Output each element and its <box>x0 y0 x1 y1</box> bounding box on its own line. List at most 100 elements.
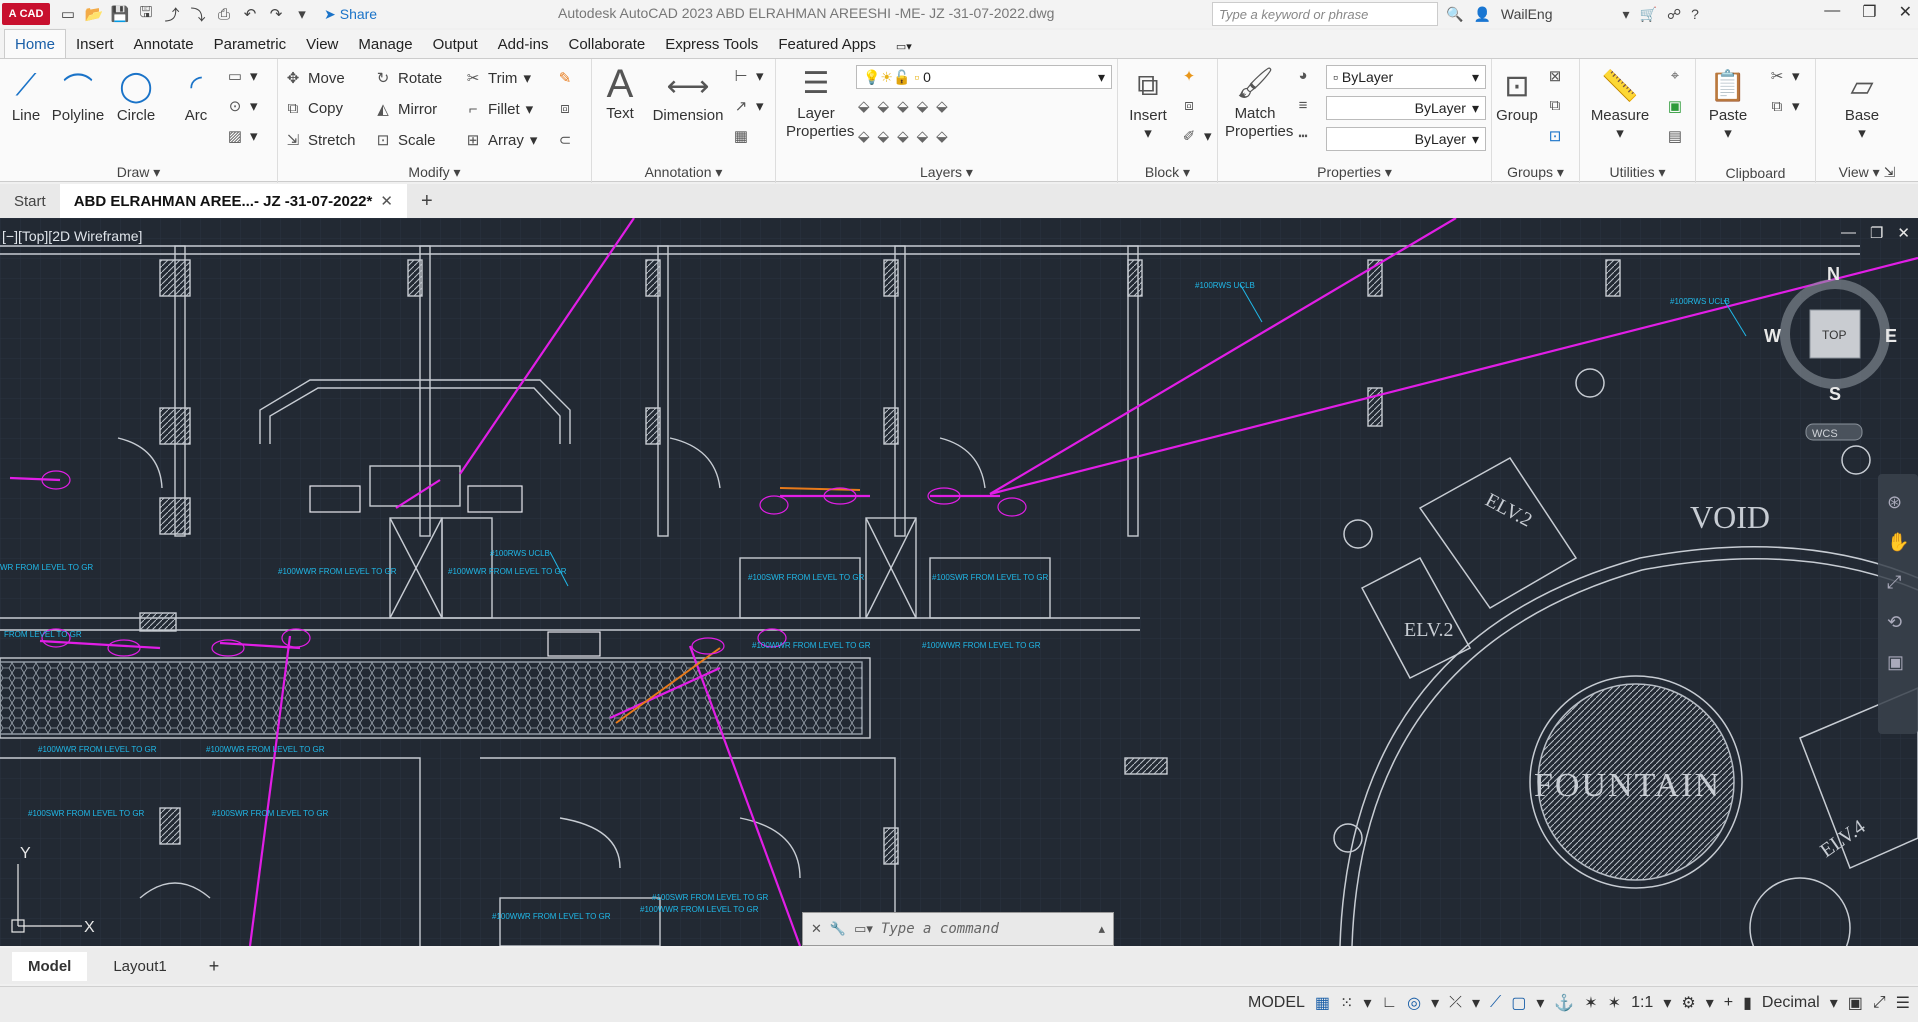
user-icon[interactable]: 👤 <box>1473 6 1490 23</box>
arc-button[interactable]: ◜ Arc <box>172 65 220 125</box>
panel-title-draw[interactable]: Draw ▾ <box>0 164 277 181</box>
showmotion-icon[interactable]: ▣ <box>1887 652 1904 672</box>
snap-icon[interactable]: ⁙ <box>1340 993 1353 1013</box>
new-tab-icon[interactable]: + <box>407 182 447 221</box>
linetype-icon[interactable]: ┅ <box>1294 127 1312 145</box>
layer-tools-row-2[interactable]: ⬙⬙⬙⬙⬙ <box>858 127 956 145</box>
rectangle-button[interactable]: ▭ ▾ <box>226 67 258 85</box>
tab-manage[interactable]: Manage <box>348 30 422 58</box>
open-web-icon[interactable]: ⤴ <box>162 4 182 24</box>
drawing-viewport[interactable]: #100RWS UCLB #100RWS UCLB #100RWS UCLB #… <box>0 218 1918 946</box>
close-tab-icon[interactable]: ✕ <box>380 192 393 210</box>
tab-output[interactable]: Output <box>423 30 488 58</box>
tab-layout1[interactable]: Layout1 <box>97 952 182 981</box>
copy-button[interactable]: ⧉ Copy <box>284 100 343 117</box>
trim-button[interactable]: ✂ Trim ▾ <box>464 69 531 88</box>
object-snap-dropdown-icon[interactable]: ▾ <box>1536 993 1544 1013</box>
panel-title-view[interactable]: View ▾ ⇲ <box>1816 164 1918 181</box>
line-button[interactable]: ⟋ Line <box>4 65 48 124</box>
measure-button[interactable]: 📏 Measure ▾ <box>1582 65 1658 143</box>
zoom-extents-icon[interactable]: ⤢ <box>1887 572 1902 592</box>
isodraft-dropdown-icon[interactable]: ▾ <box>1472 993 1480 1013</box>
table-button[interactable]: ▦ <box>732 127 750 145</box>
snap-dropdown-icon[interactable]: ▾ <box>1363 993 1371 1013</box>
panel-title-groups[interactable]: Groups ▾ <box>1492 164 1579 181</box>
minimize-icon[interactable]: — <box>1824 2 1840 22</box>
multileader-button[interactable]: ↗ ▾ <box>732 97 764 115</box>
user-dropdown-icon[interactable]: ▾ <box>1623 6 1630 23</box>
hatch-ellipse-button[interactable]: ⊙ ▾ <box>226 97 258 115</box>
save-icon[interactable]: 💾 <box>110 4 130 24</box>
help-icon[interactable]: ? <box>1691 6 1699 22</box>
navigation-bar[interactable]: ⊛ ✋ ⤢ ⟲ ▣ <box>1878 474 1918 734</box>
panel-title-modify[interactable]: Modify ▾ <box>278 164 591 181</box>
cart-icon[interactable]: 🛒 <box>1640 6 1657 23</box>
insert-button[interactable]: ⧉ Insert ▾ <box>1124 65 1172 142</box>
tab-express-tools[interactable]: Express Tools <box>655 30 768 58</box>
viewport-close-icon[interactable]: ✕ <box>1897 224 1910 242</box>
edit-block-button[interactable]: ⧈ <box>1180 97 1198 114</box>
units-icon[interactable]: ▮ <box>1743 993 1752 1013</box>
lineweight-icon[interactable]: ≡ <box>1294 97 1312 114</box>
annotation-scale-icon[interactable]: ✶ <box>1608 993 1621 1013</box>
array-button[interactable]: ⊞ Array ▾ <box>464 131 538 150</box>
quick-properties-icon[interactable]: ▣ <box>1848 993 1863 1013</box>
viewcube-n[interactable]: N <box>1827 264 1840 284</box>
quick-select-button[interactable]: ▣ <box>1666 97 1684 115</box>
ribbon-options-icon[interactable]: ▭▾ <box>886 34 922 58</box>
add-layout-icon[interactable]: + <box>193 950 236 983</box>
tab-collaborate[interactable]: Collaborate <box>558 30 655 58</box>
panel-title-block[interactable]: Block ▾ <box>1118 164 1217 181</box>
plot-icon[interactable]: ⎙ <box>214 4 234 24</box>
tab-featured-apps[interactable]: Featured Apps <box>768 30 886 58</box>
polar-dropdown-icon[interactable]: ▾ <box>1431 993 1439 1013</box>
polyline-button[interactable]: ⌒ Polyline <box>50 65 106 124</box>
fillet-button[interactable]: ⌐ Fillet ▾ <box>464 100 534 119</box>
isodraft-icon[interactable]: ⤫ <box>1449 994 1462 1012</box>
polar-icon[interactable]: ◎ <box>1407 993 1421 1013</box>
command-history-icon[interactable]: ▴ <box>1098 921 1105 937</box>
units-value[interactable]: Decimal <box>1762 994 1820 1012</box>
explode-button[interactable]: ⧈ <box>556 100 574 117</box>
mirror-button[interactable]: ◭ Mirror <box>374 100 437 119</box>
leader-button[interactable]: ⊢ ▾ <box>732 67 763 85</box>
new-icon[interactable]: ▭ <box>58 4 78 24</box>
ungroup-button[interactable]: ⊠ <box>1546 67 1564 85</box>
copy-clip-button[interactable]: ⧉ ▾ <box>1768 97 1800 116</box>
annotation-scale-value[interactable]: 1:1 <box>1631 994 1653 1012</box>
lineweight-select[interactable]: ByLayer ▾ <box>1326 127 1486 151</box>
tab-annotate[interactable]: Annotate <box>124 30 204 58</box>
orbit-icon[interactable]: ⟲ <box>1887 612 1902 632</box>
cut-button[interactable]: ✂ ▾ <box>1768 67 1800 85</box>
panel-title-clipboard[interactable]: Clipboard <box>1696 165 1815 181</box>
app-logo[interactable]: A CAD <box>2 3 50 25</box>
auto-scale-icon[interactable]: ✶ <box>1584 993 1597 1013</box>
viewport-restore-icon[interactable]: ❐ <box>1870 224 1883 242</box>
group-select-button[interactable]: ⊡ <box>1546 127 1564 145</box>
viewcube-w[interactable]: W <box>1764 326 1781 346</box>
annotation-visibility-icon[interactable]: ⚓ <box>1554 993 1574 1013</box>
calculator-button[interactable]: ▤ <box>1666 127 1684 145</box>
command-input[interactable]: Type a command <box>881 921 1091 937</box>
connect-icon[interactable]: ☍ <box>1667 6 1681 23</box>
viewport-controls-label[interactable]: [−][Top][2D Wireframe] <box>2 228 142 244</box>
panel-title-utilities[interactable]: Utilities ▾ <box>1580 164 1695 181</box>
restore-icon[interactable]: ❐ <box>1862 2 1876 22</box>
erase-button[interactable]: ✎ <box>556 69 574 87</box>
tab-model[interactable]: Model <box>12 951 88 981</box>
qat-dropdown-icon[interactable]: ▾ <box>292 4 312 24</box>
layer-properties-button[interactable]: ☰ Layer Properties <box>778 63 854 141</box>
panel-title-layers[interactable]: Layers ▾ <box>776 164 1117 181</box>
save-web-icon[interactable]: ⤵ <box>188 4 208 24</box>
match-properties-button[interactable]: 🖌 Match Properties <box>1222 63 1293 141</box>
scale-dropdown-icon[interactable]: ▾ <box>1663 993 1671 1013</box>
redo-icon[interactable]: ↷ <box>266 4 286 24</box>
viewcube-top[interactable]: TOP <box>1822 328 1846 342</box>
drawing-canvas[interactable]: #100RWS UCLB #100RWS UCLB #100RWS UCLB #… <box>0 218 1918 946</box>
customization-menu-icon[interactable]: ☰ <box>1896 993 1910 1013</box>
tab-parametric[interactable]: Parametric <box>204 30 297 58</box>
rotate-button[interactable]: ↻ Rotate <box>374 69 443 88</box>
command-line[interactable]: ✕ 🔧 ▭▾ Type a command ▴ <box>802 912 1114 946</box>
stretch-button[interactable]: ⇲ Stretch <box>284 131 356 150</box>
viewport-minimize-icon[interactable]: — <box>1841 224 1856 242</box>
